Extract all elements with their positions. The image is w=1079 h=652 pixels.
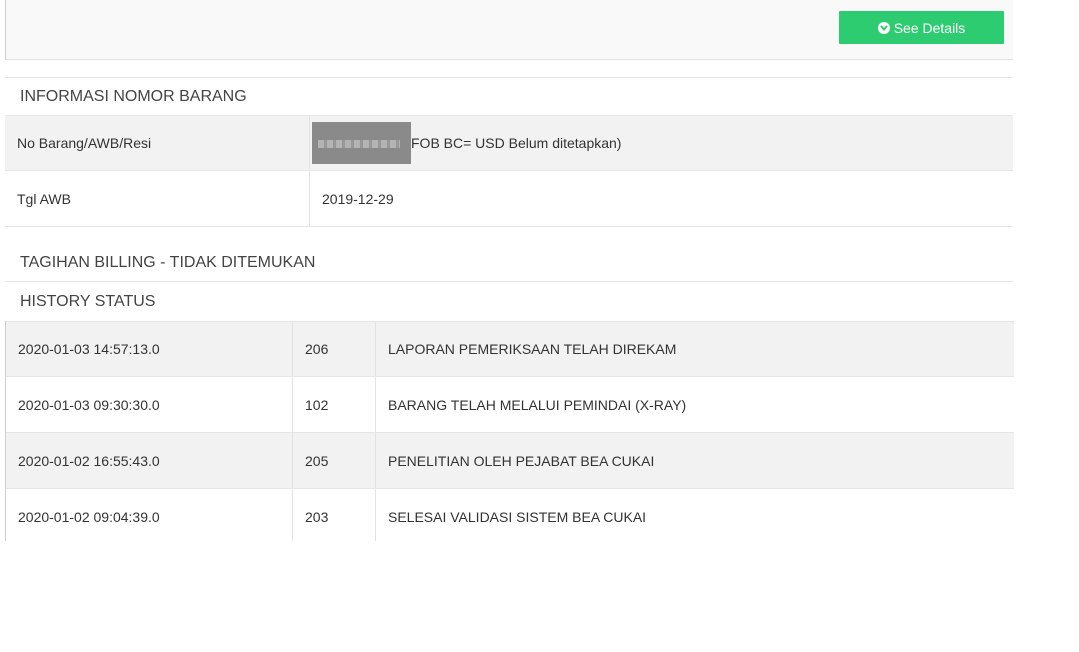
history-code: 205 <box>292 433 375 488</box>
history-status: PENELITIAN OLEH PEJABAT BEA CUKAI <box>375 433 1014 488</box>
table-row: 2020-01-03 09:30:30.0 102 BARANG TELAH M… <box>6 377 1014 433</box>
chevron-circle-down-icon <box>877 21 890 34</box>
awb-date-value: 2019-12-29 <box>309 171 1013 226</box>
history-heading: HISTORY STATUS <box>5 283 1013 320</box>
item-info-heading: INFORMASI NOMOR BARANG <box>5 77 1013 115</box>
history-code: 206 <box>292 322 375 376</box>
history-time: 2020-01-03 14:57:13.0 <box>18 341 160 357</box>
history-status: SELESAI VALIDASI SISTEM BEA CUKAI <box>375 489 1014 541</box>
item-number-value: FOB BC= USD Belum ditetapkan) <box>411 135 622 151</box>
item-number-cell: FOB BC= USD Belum ditetapkan) <box>309 116 1013 170</box>
table-row: 2020-01-02 09:04:39.0 203 SELESAI VALIDA… <box>6 489 1014 541</box>
table-row: No Barang/AWB/Resi FOB BC= USD Belum dit… <box>5 115 1013 171</box>
table-row: 2020-01-03 14:57:13.0 206 LAPORAN PEMERI… <box>6 321 1014 377</box>
see-details-button[interactable]: See Details <box>839 11 1004 44</box>
history-time: 2020-01-03 09:30:30.0 <box>18 396 160 413</box>
history-table: 2020-01-03 14:57:13.0 206 LAPORAN PEMERI… <box>5 321 1014 541</box>
table-row: 2020-01-02 16:55:43.0 205 PENELITIAN OLE… <box>6 433 1014 489</box>
table-row: Tgl AWB 2019-12-29 <box>5 171 1013 227</box>
history-code: 203 <box>292 489 375 541</box>
see-details-label: See Details <box>893 19 966 36</box>
history-status: LAPORAN PEMERIKSAAN TELAH DIREKAM <box>375 322 1014 376</box>
item-info-table: No Barang/AWB/Resi FOB BC= USD Belum dit… <box>5 115 1013 227</box>
redacted-item-number <box>312 122 411 164</box>
awb-date-label: Tgl AWB <box>17 190 71 207</box>
history-code: 102 <box>292 377 375 432</box>
history-status: BARANG TELAH MELALUI PEMINDAI (X-RAY) <box>375 377 1014 432</box>
billing-heading: TAGIHAN BILLING - TIDAK DITEMUKAN <box>5 245 1013 282</box>
item-number-label: No Barang/AWB/Resi <box>17 135 152 151</box>
history-time: 2020-01-02 09:04:39.0 <box>18 509 160 525</box>
history-time: 2020-01-02 16:55:43.0 <box>18 452 160 469</box>
